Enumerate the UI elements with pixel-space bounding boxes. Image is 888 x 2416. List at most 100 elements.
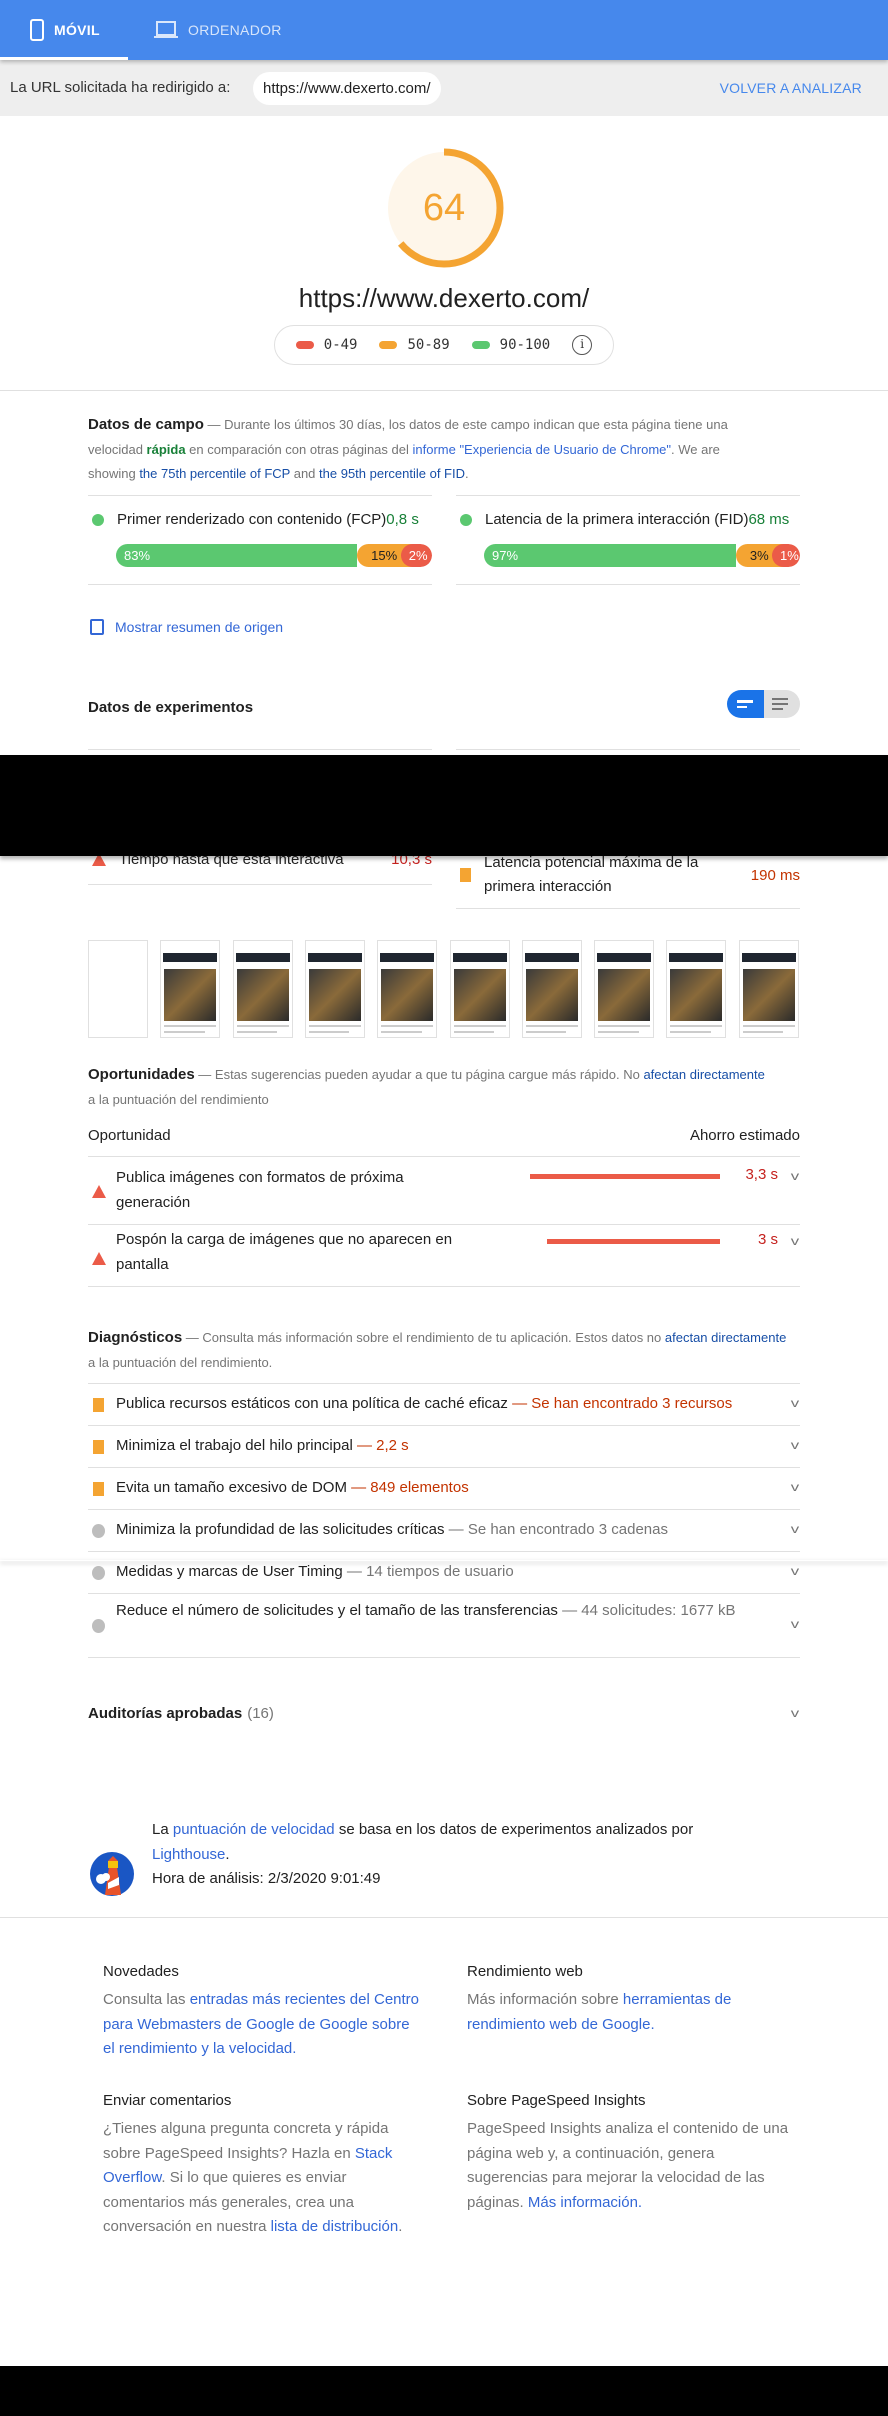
fast-segment: 83% (116, 544, 358, 567)
divider (0, 1917, 888, 1918)
column-header-savings: Ahorro estimado (689, 1127, 800, 1144)
speed-score-link[interactable]: puntuación de velocidad (173, 1821, 335, 1838)
chevron-down-icon[interactable]: v (791, 1564, 799, 1578)
diagnostic-row[interactable]: Reduce el número de solicitudes y el tam… (88, 1594, 800, 1658)
diagnostic-detail: — Se han encontrado 3 recursos (512, 1395, 733, 1412)
opportunities-description: Oportunidades — Estas sugerencias pueden… (88, 1063, 768, 1112)
footer-text: Más información sobre (467, 1991, 623, 2008)
reanalyze-button[interactable]: VOLVER A ANALIZAR (720, 80, 862, 96)
filmstrip-frame (377, 940, 438, 1038)
view-toggle[interactable] (727, 690, 800, 718)
desc-text: — Estas sugerencias pueden ayudar a que … (194, 1067, 644, 1082)
diagnostic-row[interactable]: Evita un tamaño excesivo de DOM — 849 el… (88, 1468, 800, 1510)
filmstrip-frame (666, 940, 727, 1038)
diagnostics-description: Diagnósticos — Consulta más información … (88, 1326, 788, 1375)
opportunity-title: Publica imágenes con formatos de próxima… (116, 1169, 404, 1211)
divider (88, 1286, 800, 1287)
chevron-down-icon[interactable]: v (791, 1522, 799, 1536)
filmstrip-frame (88, 940, 148, 1038)
footer-heading: Enviar comentarios (103, 2092, 232, 2109)
diagnostic-detail: — 44 solicitudes: 1677 kB (562, 1602, 736, 1619)
fail-triangle-icon (92, 1252, 106, 1265)
slow-segment: 2% (400, 544, 432, 567)
redacted-region (0, 755, 888, 856)
legend-label: 0-49 (323, 337, 358, 353)
opportunity-row[interactable]: Publica imágenes con formatos de próxima… (88, 1157, 800, 1223)
mailing-list-link[interactable]: lista de distribución (271, 2218, 399, 2235)
tab-ordenador[interactable]: ORDENADOR (154, 0, 282, 60)
filmstrip-frame (232, 940, 293, 1038)
field-data-description: Datos de campo — Durante los últimos 30 … (88, 413, 738, 487)
fcp-metric: Primer renderizado con contenido (FCP) 0,… (92, 511, 440, 528)
chevron-down-icon[interactable]: v (791, 1617, 799, 1631)
divider (88, 584, 432, 585)
legend-swatch (379, 341, 398, 349)
diagnostic-row[interactable]: Medidas y marcas de User Timing — 14 tie… (88, 1552, 800, 1594)
redirect-label: La URL solicitada ha redirigido a: (10, 79, 231, 96)
filmstrip-frame (160, 940, 221, 1038)
pass-dot-icon (460, 513, 472, 526)
average-square-icon (93, 1440, 104, 1454)
checkbox-icon[interactable] (90, 619, 104, 635)
footer-feedback: Enviar comentarios ¿Tienes alguna pregun… (103, 2092, 423, 2240)
chevron-down-icon[interactable]: v (791, 1480, 799, 1494)
legend-swatch (471, 341, 490, 349)
footer-text: Consulta las (103, 1991, 190, 2008)
diagnostic-detail: — 2,2 s (356, 1437, 409, 1454)
tab-movil[interactable]: MÓVIL (30, 0, 100, 60)
origin-summary-toggle[interactable]: Mostrar resumen de origen (90, 619, 283, 635)
savings-bar (547, 1239, 720, 1244)
origin-summary-label[interactable]: Mostrar resumen de origen (115, 619, 283, 635)
info-icon[interactable]: i (572, 335, 593, 355)
crux-report-link[interactable]: informe "Experiencia de Usuario de Chrom… (412, 442, 671, 457)
divider (0, 390, 888, 391)
chevron-down-icon[interactable]: v (791, 1234, 799, 1248)
divider (88, 749, 432, 750)
score-impact-link[interactable]: afectan directamente (665, 1330, 786, 1345)
average-square-icon (93, 1482, 104, 1496)
summary-view-icon[interactable] (727, 690, 764, 718)
metric-value: 68 ms (748, 511, 790, 528)
legend-label: 50-89 (407, 337, 450, 353)
legend-label: 90-100 (499, 337, 551, 353)
field-data-title: Datos de campo (88, 416, 204, 433)
score-impact-link[interactable]: afectan directamente (643, 1067, 764, 1082)
chevron-down-icon[interactable]: v (791, 1169, 799, 1183)
metric-value: 0,8 s (386, 511, 419, 528)
list-view-icon[interactable] (764, 690, 800, 718)
desc-text: — Consulta más información sobre el rend… (182, 1330, 665, 1345)
fcp-percentile-link[interactable]: the 75th percentile of FCP (139, 466, 290, 481)
desc-text: en comparación con otras páginas del (185, 441, 413, 457)
diagnostic-row[interactable]: Publica recursos estáticos con una polít… (88, 1384, 800, 1426)
fid-percentile-link[interactable]: the 95th percentile of FID (319, 466, 465, 481)
score-value: 64 (422, 187, 466, 229)
filmstrip-frame (449, 940, 510, 1038)
metric-name: Latencia de la primera interacción (FID) (485, 511, 749, 528)
chevron-down-icon[interactable]: v (791, 1396, 799, 1410)
diagnostic-title: Publica recursos estáticos con una polít… (116, 1395, 508, 1412)
score-legend: 0-49 50-89 90-100 i (274, 325, 614, 365)
lab-metric-max-fid: Latencia potencial máxima de la primera … (460, 851, 800, 899)
opportunity-row[interactable]: Pospón la carga de imágenes que no apare… (88, 1225, 800, 1285)
lighthouse-note: La puntuación de velocidad se basa en lo… (152, 1818, 772, 1892)
chevron-down-icon[interactable]: v (791, 1706, 799, 1720)
diagnostic-title: Minimiza el trabajo del hilo principal (116, 1437, 353, 1454)
column-header-opportunity: Oportunidad (88, 1127, 171, 1144)
analyzed-url: https://www.dexerto.com/ (298, 283, 590, 313)
lighthouse-link[interactable]: Lighthouse (152, 1846, 225, 1863)
opportunity-title: Pospón la carga de imágenes que no apare… (116, 1231, 453, 1273)
desc-text: a la puntuación del rendimiento. (88, 1354, 273, 1370)
chevron-down-icon[interactable]: v (791, 1438, 799, 1452)
diagnostic-row[interactable]: Minimiza el trabajo del hilo principal —… (88, 1426, 800, 1468)
filmstrip-frame (304, 940, 365, 1038)
laptop-icon (154, 21, 178, 38)
passed-audits-toggle[interactable]: Auditorías aprobadas (16) v (88, 1700, 800, 1726)
active-tab-indicator (0, 57, 128, 60)
more-info-link[interactable]: Más información. (528, 2194, 642, 2211)
desc-text: and (290, 466, 320, 481)
diagnostic-row[interactable]: Minimiza la profundidad de las solicitud… (88, 1510, 800, 1552)
lighthouse-logo-icon (90, 1852, 134, 1896)
tab-label: ORDENADOR (188, 22, 282, 38)
note-text: se basa en los datos de experimentos ana… (334, 1821, 694, 1838)
redirect-bar: La URL solicitada ha redirigido a: https… (0, 60, 888, 116)
